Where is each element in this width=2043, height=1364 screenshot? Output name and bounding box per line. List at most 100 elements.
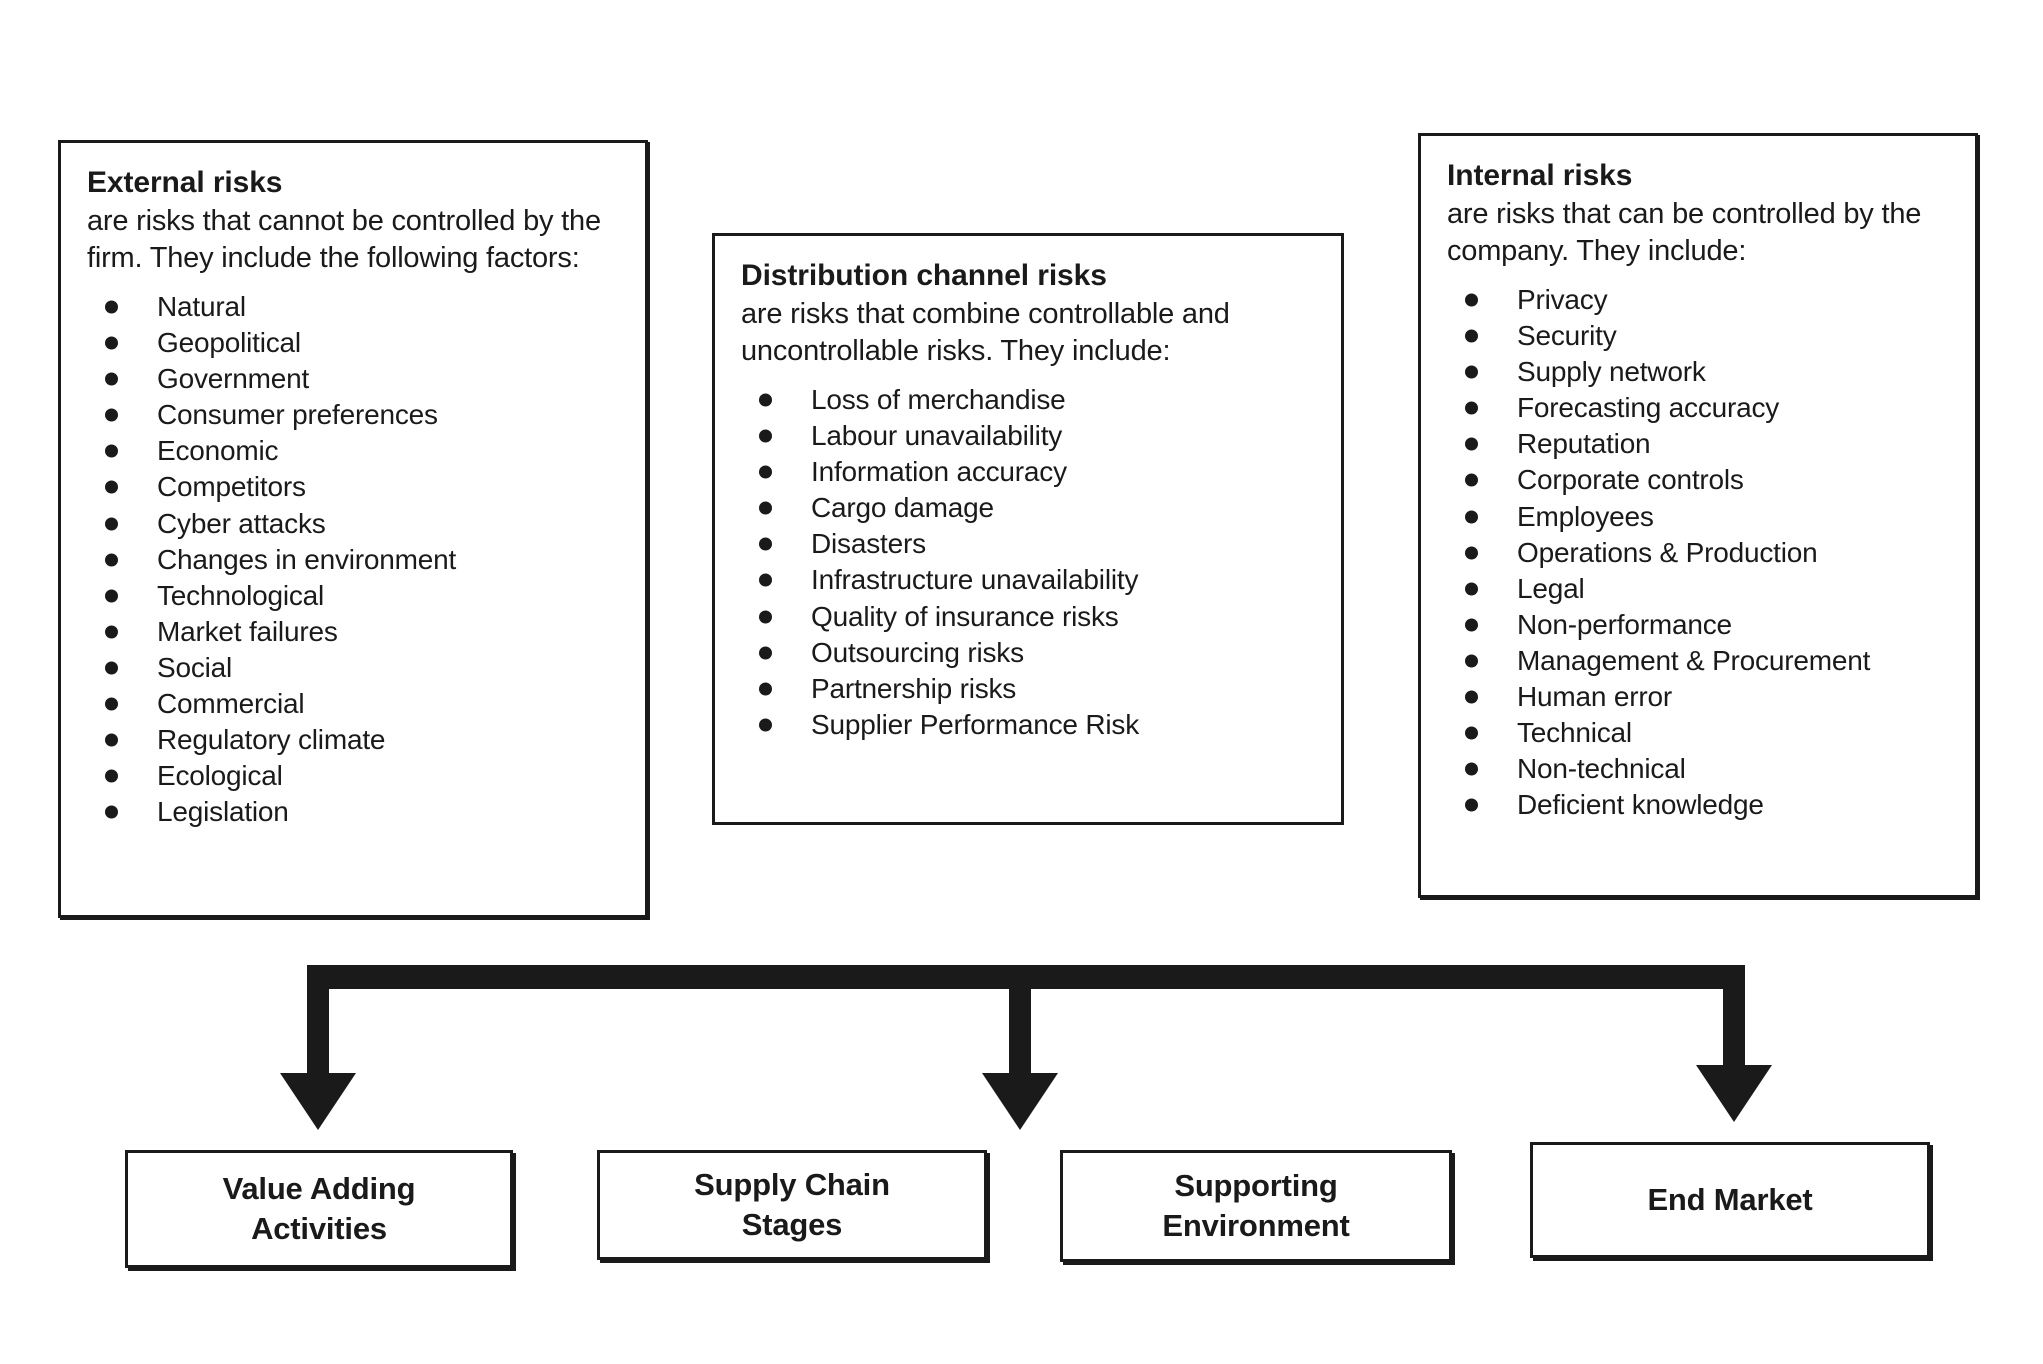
bullet-icon xyxy=(105,589,118,603)
bullet-icon xyxy=(759,610,772,624)
list-item-label: Technological xyxy=(157,579,325,611)
list-item-label: Social xyxy=(157,651,233,683)
list-item: Deficient knowledge xyxy=(1447,790,1949,820)
bullet-icon xyxy=(105,805,118,819)
list-item: Cargo damage xyxy=(741,493,1315,523)
bullet-icon xyxy=(759,573,772,587)
list-item-label: Privacy xyxy=(1517,283,1608,315)
list-item: Supply network xyxy=(1447,357,1949,387)
stage-box-end-market[interactable]: End Market xyxy=(1530,1142,1930,1258)
list-item-label: Changes in environment xyxy=(157,543,457,575)
list-item-label: Forecasting accuracy xyxy=(1517,392,1780,424)
list-item: Human error xyxy=(1447,681,1949,712)
bullet-icon xyxy=(1465,437,1478,451)
stage-label: Value Adding Activities xyxy=(222,1171,416,1246)
list-item-label: Geopolitical xyxy=(157,327,301,359)
bullet-icon xyxy=(759,465,772,479)
bullet-icon xyxy=(1465,401,1478,415)
bullet-icon xyxy=(1465,690,1478,704)
bullet-icon xyxy=(105,336,118,350)
bullet-icon xyxy=(105,480,118,494)
list-item-label: Ecological xyxy=(157,760,283,792)
bullet-icon xyxy=(1465,365,1478,379)
bullet-icon xyxy=(105,517,118,531)
list-item: Government xyxy=(87,364,619,394)
stage-box-value-adding-activities[interactable]: Value Adding Activities xyxy=(125,1150,513,1268)
list-item: Security xyxy=(1447,321,1949,351)
list-item: Regulatory climate xyxy=(87,725,619,755)
list-item-label: Consumer preferences xyxy=(157,399,438,431)
list-item: Corporate controls xyxy=(1447,465,1949,495)
list-item-label: Infrastructure unavailability xyxy=(811,564,1139,596)
list-item-label: Reputation xyxy=(1517,428,1651,460)
list-item: Social xyxy=(87,651,619,683)
list-item: Ecological xyxy=(87,761,619,791)
box-title-internal: Internal risks xyxy=(1447,159,1633,192)
list-item-label: Regulatory climate xyxy=(157,724,386,756)
list-item: Supplier Performance Risk xyxy=(741,709,1315,740)
list-item-label: Technical xyxy=(1517,717,1632,749)
list-item: Technical xyxy=(1447,718,1949,748)
box-description-distribution: are risks that combine controllable and … xyxy=(741,297,1230,368)
list-item-label: Labour unavailability xyxy=(811,420,1063,452)
box-title-external: External risks xyxy=(87,166,283,199)
bullet-icon xyxy=(1465,546,1478,560)
list-item: Changes in environment xyxy=(87,543,619,575)
bullet-icon xyxy=(105,300,118,314)
list-item-label: Non-performance xyxy=(1517,608,1732,640)
list-item-label: Loss of merchandise xyxy=(811,383,1066,415)
list-item: Technological xyxy=(87,579,619,611)
list-item: Management & Procurement xyxy=(1447,644,1949,676)
bullet-icon xyxy=(1465,654,1478,668)
list-item: Legislation xyxy=(87,797,619,827)
list-item: Market failures xyxy=(87,615,619,647)
list-item: Disasters xyxy=(741,529,1315,559)
risk-list-external: Natural Geopolitical Government Consumer… xyxy=(87,290,619,827)
list-item-label: Management & Procurement xyxy=(1517,644,1871,676)
list-item-label: Disasters xyxy=(811,528,926,560)
list-item-label: Non-technical xyxy=(1517,753,1686,785)
bullet-icon xyxy=(1465,293,1478,307)
stage-box-supply-chain-stages[interactable]: Supply Chain Stages xyxy=(597,1150,987,1260)
list-item: Loss of merchandise xyxy=(741,383,1315,415)
list-item-label: Legal xyxy=(1517,572,1585,604)
list-item: Natural xyxy=(87,290,619,322)
stage-label: Supporting Environment xyxy=(1162,1168,1350,1243)
bullet-icon xyxy=(105,697,118,711)
bullet-icon xyxy=(105,444,118,458)
list-item: Outsourcing risks xyxy=(741,636,1315,668)
bullet-icon xyxy=(759,501,772,515)
bullet-icon xyxy=(1465,329,1478,343)
connector-horizontal-bar xyxy=(307,965,1745,989)
list-item: Infrastructure unavailability xyxy=(741,565,1315,595)
stage-box-supporting-environment[interactable]: Supporting Environment xyxy=(1060,1150,1452,1262)
list-item-label: Market failures xyxy=(157,615,338,647)
bullet-icon xyxy=(105,769,118,783)
stage-label: Supply Chain Stages xyxy=(694,1167,890,1242)
list-item-label: Security xyxy=(1517,320,1617,352)
list-item: Forecasting accuracy xyxy=(1447,393,1949,423)
list-item: Economic xyxy=(87,436,619,466)
list-item: Information accuracy xyxy=(741,457,1315,487)
list-item-label: Partnership risks xyxy=(811,672,1017,704)
list-item-label: Corporate controls xyxy=(1517,464,1744,496)
down-arrow-icon xyxy=(280,965,356,1130)
bullet-icon xyxy=(105,372,118,386)
risk-box-external-risks: External risks are risks that cannot be … xyxy=(58,140,648,918)
list-item-label: Government xyxy=(157,363,310,395)
list-item-label: Supply network xyxy=(1517,356,1706,388)
bullet-icon xyxy=(105,553,118,567)
box-description-external: are risks that cannot be controlled by t… xyxy=(87,204,601,275)
bullet-icon xyxy=(105,625,118,639)
list-item-label: Natural xyxy=(157,290,246,322)
risk-box-distribution-channel-risks: Distribution channel risks are risks tha… xyxy=(712,233,1344,825)
list-item-label: Cargo damage xyxy=(811,492,994,524)
list-item: Non-performance xyxy=(1447,608,1949,640)
stage-label: End Market xyxy=(1647,1182,1813,1218)
list-item-label: Quality of insurance risks xyxy=(811,600,1119,632)
diagram-canvas: External risks are risks that cannot be … xyxy=(0,0,2043,1364)
bullet-icon xyxy=(759,682,772,696)
bullet-icon xyxy=(1465,582,1478,596)
bullet-icon xyxy=(1465,618,1478,632)
list-item-label: Outsourcing risks xyxy=(811,636,1024,668)
